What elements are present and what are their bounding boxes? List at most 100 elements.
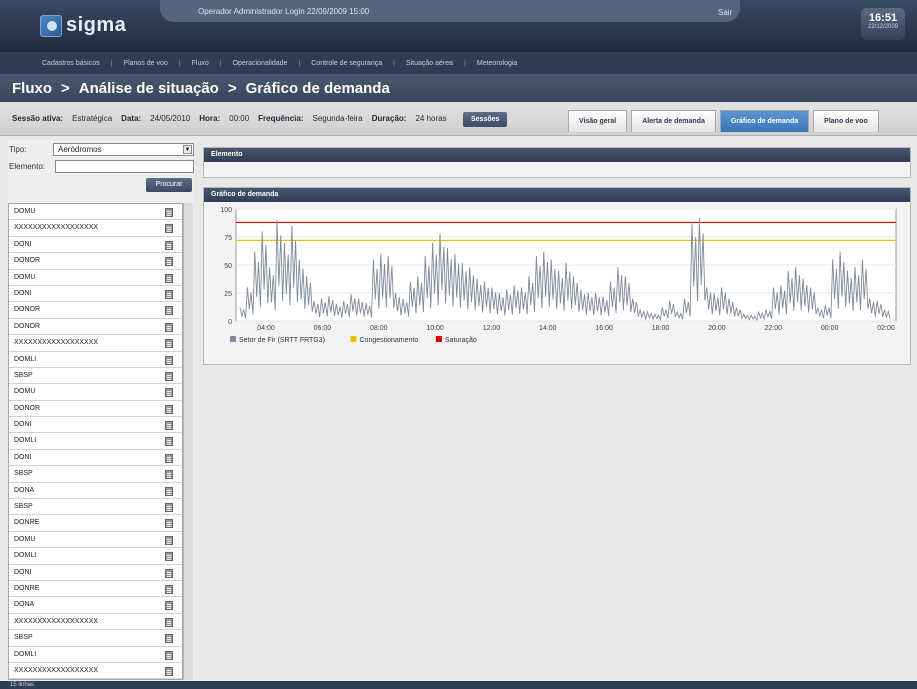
list-item[interactable]: DONI xyxy=(9,417,182,434)
menu-item[interactable]: Operacionalidade xyxy=(233,60,288,67)
list-item[interactable]: DONOR xyxy=(9,401,182,418)
menu-item[interactable]: Cadastros básicos xyxy=(42,60,100,67)
list-item[interactable]: SBSP xyxy=(9,368,182,385)
tab-alerta-demanda[interactable]: Alerta de demanda xyxy=(631,110,716,132)
list-item-code: DONRE xyxy=(14,584,40,592)
document-icon[interactable] xyxy=(165,404,173,414)
document-icon[interactable] xyxy=(165,322,173,332)
list-item[interactable]: DOMU xyxy=(9,270,182,286)
list-item[interactable]: DONRE xyxy=(9,515,182,532)
list-item-code: XXXXXXXXXXXXXXXXXX xyxy=(14,617,99,625)
list-item[interactable]: DOMLI xyxy=(9,433,182,450)
menu-item[interactable]: Controle de segurança xyxy=(311,60,382,67)
list-item-code: SBSP xyxy=(14,470,33,478)
document-icon[interactable] xyxy=(165,568,173,578)
list-item[interactable]: XXXXXXXXXXXXXXXXXX xyxy=(9,663,182,679)
list-item-code: SBSP xyxy=(14,371,33,379)
list-item[interactable]: DOMLI xyxy=(9,352,182,368)
list-item-code: DOMU xyxy=(14,535,36,543)
list-item[interactable]: DONI xyxy=(9,565,182,581)
list-item-code: XXXXXXXXXXXXXXXXXX xyxy=(14,224,99,232)
document-icon[interactable] xyxy=(165,601,173,611)
x-tick-label: 12:00 xyxy=(483,325,501,332)
document-icon[interactable] xyxy=(165,339,173,349)
list-item[interactable]: DONI xyxy=(9,237,182,254)
list-item[interactable]: SBSP xyxy=(9,466,182,483)
list-item[interactable]: DONI xyxy=(9,286,182,303)
document-icon[interactable] xyxy=(165,224,173,234)
document-icon[interactable] xyxy=(165,519,173,529)
document-icon[interactable] xyxy=(165,257,173,267)
list-scrollbar[interactable] xyxy=(183,203,193,680)
document-icon[interactable] xyxy=(165,503,173,513)
document-icon[interactable] xyxy=(165,371,173,381)
breadcrumb-separator: > xyxy=(227,79,237,97)
document-icon[interactable] xyxy=(165,306,173,316)
list-item[interactable]: XXXXXXXXXXXXXXXXXX xyxy=(9,335,182,352)
list-item[interactable]: DOMU xyxy=(9,532,182,549)
list-item-code: DOMLI xyxy=(14,650,37,658)
list-item[interactable]: DONOR xyxy=(9,319,182,336)
list-item[interactable]: SBSP xyxy=(9,630,182,647)
document-icon[interactable] xyxy=(165,666,173,676)
breadcrumb-item-analise[interactable]: Análise de situação xyxy=(79,80,219,97)
session-label: Sessão ativa: xyxy=(12,114,64,123)
breadcrumb-item-fluxo[interactable]: Fluxo xyxy=(12,80,52,97)
legend-swatch xyxy=(230,336,236,342)
logout-link[interactable]: Sair xyxy=(718,8,732,17)
document-icon[interactable] xyxy=(165,421,173,431)
tab-plano-voo[interactable]: Plano de voo xyxy=(813,110,879,132)
list-item[interactable]: DOMLI xyxy=(9,647,182,663)
document-icon[interactable] xyxy=(165,453,173,463)
document-icon[interactable] xyxy=(165,273,173,283)
document-icon[interactable] xyxy=(165,470,173,480)
menu-item[interactable]: Situação aérea xyxy=(406,60,453,67)
elemento-label: Elemento: xyxy=(9,162,46,171)
tab-grafico-demanda[interactable]: Gráfico de demanda xyxy=(719,110,810,132)
x-tick-label: 18:00 xyxy=(652,325,670,332)
legend-label: Setor de Fir (SRTT FRTG3) xyxy=(239,337,325,344)
menu-item[interactable]: Planos de voo xyxy=(123,60,167,67)
list-item[interactable]: DOMU xyxy=(9,204,182,221)
document-icon[interactable] xyxy=(165,552,173,562)
list-item[interactable]: DOMLI xyxy=(9,548,182,565)
x-tick-label: 02:00 xyxy=(877,325,895,332)
tab-visao-geral[interactable]: Visão geral xyxy=(568,110,628,132)
document-icon[interactable] xyxy=(165,617,173,627)
document-icon[interactable] xyxy=(165,289,173,299)
list-item[interactable]: DONOR xyxy=(9,302,182,319)
list-item[interactable]: DONA xyxy=(9,597,182,614)
list-item-code: SBSP xyxy=(14,634,33,642)
document-icon[interactable] xyxy=(165,240,173,250)
list-item[interactable]: XXXXXXXXXXXXXXXXXX xyxy=(9,614,182,631)
elemento-input[interactable] xyxy=(55,160,194,173)
x-tick-label: 00:00 xyxy=(821,325,839,332)
document-icon[interactable] xyxy=(165,437,173,447)
document-icon[interactable] xyxy=(165,355,173,365)
document-icon[interactable] xyxy=(165,208,173,217)
list-item[interactable]: XXXXXXXXXXXXXXXXXX xyxy=(9,220,182,237)
y-tick-label: 100 xyxy=(220,207,232,214)
document-icon[interactable] xyxy=(165,650,173,660)
document-icon[interactable] xyxy=(165,634,173,644)
tipo-select[interactable]: Aeródromos ▼ xyxy=(53,143,194,156)
search-button[interactable]: Procurar xyxy=(146,178,192,192)
list-item[interactable]: DONA xyxy=(9,483,182,500)
document-icon[interactable] xyxy=(165,584,173,594)
list-item-code: DONRE xyxy=(14,519,40,527)
menu-item[interactable]: Meteorologia xyxy=(477,60,517,67)
document-icon[interactable] xyxy=(165,388,173,398)
list-item[interactable]: DONRE xyxy=(9,581,182,598)
list-item[interactable]: DONOR xyxy=(9,253,182,270)
list-item-code: DONI xyxy=(14,289,32,297)
legend-swatch xyxy=(350,336,357,342)
document-icon[interactable] xyxy=(165,535,173,545)
list-item[interactable]: DONI xyxy=(9,450,182,467)
list-item[interactable]: SBSP xyxy=(9,499,182,516)
list-item[interactable]: DOMU xyxy=(9,384,182,401)
sigma-logo[interactable]: sigma xyxy=(40,14,126,37)
document-icon[interactable] xyxy=(165,486,173,496)
element-list: DOMU XXXXXXXXXXXXXXXXXX DONI DONOR DOMU DONI D… xyxy=(8,203,183,680)
menu-item[interactable]: Fluxo xyxy=(192,60,209,67)
sessions-button[interactable]: Sessões xyxy=(463,112,508,127)
